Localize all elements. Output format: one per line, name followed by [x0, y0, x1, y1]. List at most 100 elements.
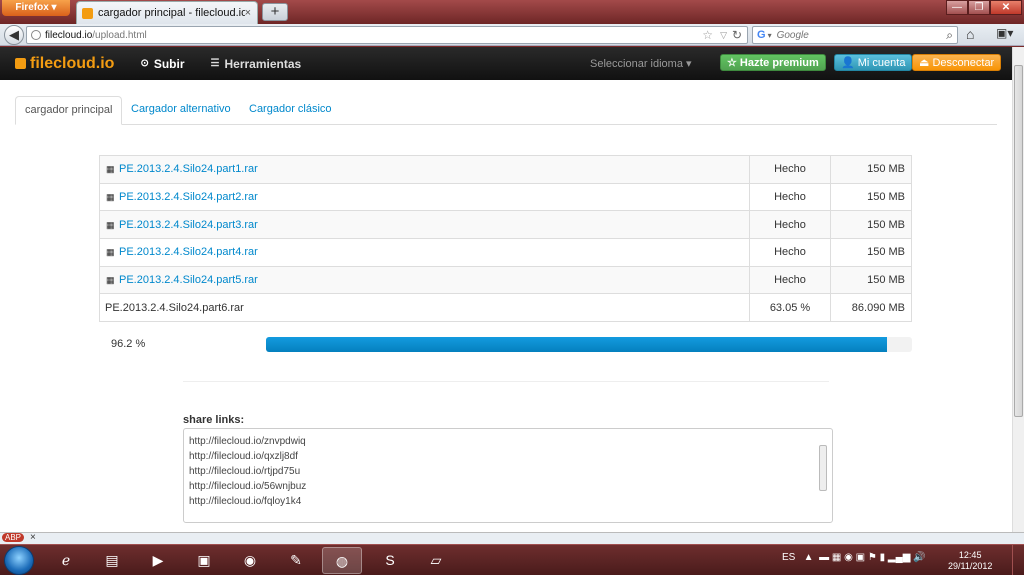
tab-main-uploader[interactable]: cargador principal	[15, 96, 123, 125]
table-row: ▦ PE.2013.2.4.Silo24.part3.rar Hecho 150 …	[99, 210, 912, 239]
site-logo[interactable]: filecloud.io	[15, 55, 114, 73]
nav-upload-label: Subir	[153, 56, 185, 71]
table-row: ▦ PE.2013.2.4.Silo24.part4.rar Hecho 150 …	[99, 238, 912, 267]
file-status: Hecho	[749, 155, 831, 184]
file-status: 63.05 %	[749, 293, 831, 322]
bookmark-star-icon[interactable]: ☆	[702, 28, 713, 42]
account-button-label: Mi cuenta	[857, 57, 906, 69]
internet-explorer-icon[interactable]: ℯ	[46, 547, 86, 574]
reload-icon[interactable]: ↻	[732, 28, 742, 42]
upload-circle-icon: ⊙	[140, 58, 149, 69]
overall-progress-percent: 96.2 %	[111, 338, 146, 350]
file-grid-icon: ▦	[106, 275, 115, 286]
tray-expand-icon[interactable]: ▲	[798, 552, 814, 563]
file-link[interactable]: PE.2013.2.4.Silo24.part2.rar	[119, 191, 258, 203]
divider	[183, 381, 829, 382]
window-close-icon[interactable]: ✕	[990, 0, 1022, 15]
show-desktop-button[interactable]	[1012, 545, 1024, 575]
file-grid-icon: ▦	[106, 219, 115, 230]
share-link[interactable]: http://filecloud.io/56wnjbuz	[189, 479, 827, 494]
bookmarks-menu-icon[interactable]: ▣▾	[996, 26, 1013, 40]
file-grid-icon: ▦	[106, 192, 115, 203]
file-link[interactable]: PE.2013.2.4.Silo24.part5.rar	[119, 274, 258, 286]
filecloud-logo-icon	[15, 58, 26, 69]
tab-classic-uploader[interactable]: Cargador clásico	[240, 96, 341, 125]
window-minimize-icon[interactable]: —	[946, 0, 968, 15]
notepad-icon[interactable]: ▱	[416, 547, 456, 574]
search-bar[interactable]: G ▾ ⌕	[752, 26, 958, 44]
start-button-icon[interactable]	[4, 546, 34, 575]
file-explorer-icon[interactable]: ▤	[92, 547, 132, 574]
page-scrollbar-thumb[interactable]	[1014, 65, 1023, 417]
share-links-textarea[interactable]: http://filecloud.io/znvpdwiq http://file…	[183, 428, 833, 523]
brand-name: filecloud.io	[30, 54, 115, 72]
tray-icons[interactable]: ▬ ▦ ◉ ▣ ⚑ ▮ ▂▄▆ 🔊	[816, 552, 925, 563]
file-name-uploading: PE.2013.2.4.Silo24.part6.rar	[99, 293, 750, 322]
file-status: Hecho	[749, 182, 831, 211]
share-link[interactable]: http://filecloud.io/rtjpd75u	[189, 464, 827, 479]
file-name-cell[interactable]: ▦ PE.2013.2.4.Silo24.part5.rar	[99, 265, 750, 294]
firefox-menu-label: Firefox	[15, 2, 49, 13]
user-icon: 👤	[841, 57, 855, 69]
addon-bar-close-icon[interactable]: ×	[30, 532, 36, 543]
file-name-cell[interactable]: ▦ PE.2013.2.4.Silo24.part4.rar	[99, 238, 750, 267]
adblock-icon[interactable]: ABP	[2, 533, 25, 542]
nav-upload[interactable]: ⊙ Subir	[140, 57, 184, 71]
table-row: PE.2013.2.4.Silo24.part6.rar 63.05 % 86.…	[99, 293, 912, 322]
table-row: ▦ PE.2013.2.4.Silo24.part5.rar Hecho 150 …	[99, 265, 912, 294]
file-status: Hecho	[749, 265, 831, 294]
file-grid-icon: ▦	[106, 164, 115, 175]
language-select[interactable]: Seleccionar idioma ▾	[590, 57, 692, 70]
textarea-scrollbar[interactable]	[819, 445, 827, 491]
new-tab-button[interactable]: +	[262, 3, 288, 21]
share-link[interactable]: http://filecloud.io/fqloy1k4	[189, 494, 827, 509]
back-arrow-icon[interactable]: ◀	[4, 25, 24, 45]
tab-close-icon[interactable]: ×	[245, 7, 251, 19]
skype-icon[interactable]: S	[370, 547, 410, 574]
search-icon[interactable]: ⌕	[946, 28, 953, 43]
search-input[interactable]	[776, 29, 937, 41]
home-icon[interactable]: ⌂	[966, 26, 974, 42]
share-link[interactable]: http://filecloud.io/qxzlj8df	[189, 449, 827, 464]
nav-tools-label: Herramientas	[224, 56, 302, 71]
file-size: 150 MB	[830, 210, 912, 239]
file-link[interactable]: PE.2013.2.4.Silo24.part3.rar	[119, 219, 258, 231]
paint-icon[interactable]: ✎	[276, 547, 316, 574]
premium-button[interactable]: ☆ Hazte premium	[720, 54, 826, 71]
computer-monitor-icon[interactable]: ▣	[184, 547, 224, 574]
chrome-icon[interactable]: ◉	[230, 547, 270, 574]
file-link[interactable]: PE.2013.2.4.Silo24.part4.rar	[119, 246, 258, 258]
file-status: Hecho	[749, 210, 831, 239]
nav-tools[interactable]: ☰ Herramientas	[211, 57, 302, 71]
page-scrollbar[interactable]	[1012, 47, 1024, 532]
browser-status-bar: ABP ×	[0, 532, 1024, 544]
logout-icon: ⏏	[919, 57, 930, 69]
file-name-cell[interactable]: ▦ PE.2013.2.4.Silo24.part2.rar	[99, 182, 750, 211]
file-name-cell[interactable]: ▦ PE.2013.2.4.Silo24.part1.rar	[99, 155, 750, 184]
logout-button[interactable]: ⏏ Desconectar	[912, 54, 1002, 71]
url-dropdown-icon[interactable]: ▽	[720, 30, 727, 41]
file-link[interactable]: PE.2013.2.4.Silo24.part1.rar	[119, 163, 258, 175]
firefox-taskbar-icon[interactable]: ◍	[322, 547, 362, 574]
clock-date: 29/11/2012	[948, 561, 993, 571]
language-indicator[interactable]: ES	[782, 552, 795, 563]
media-player-icon[interactable]: ▶	[138, 547, 178, 574]
clock-time: 12:45	[958, 550, 982, 560]
engine-dropdown-icon[interactable]: ▾	[768, 31, 772, 40]
url-host: filecloud.io	[45, 29, 93, 41]
firefox-menu-button[interactable]: Firefox ▾	[2, 0, 70, 16]
uploader-tabs: cargador principal Cargador alternativo …	[15, 96, 997, 125]
google-engine-icon[interactable]: G	[757, 29, 766, 41]
file-name-cell[interactable]: ▦ PE.2013.2.4.Silo24.part3.rar	[99, 210, 750, 239]
account-button[interactable]: 👤 Mi cuenta	[834, 54, 913, 71]
browser-tab-active[interactable]: cargador principal - filecloud.io ×	[76, 1, 258, 24]
tab-alternative-uploader[interactable]: Cargador alternativo	[122, 96, 240, 125]
clock[interactable]: 12:45 29/11/2012	[948, 550, 992, 572]
site-identity-icon[interactable]	[31, 30, 41, 40]
address-bar[interactable]: filecloud.io/upload.html ☆ ▽ ↻	[26, 26, 748, 44]
share-link[interactable]: http://filecloud.io/znvpdwiq	[189, 434, 827, 449]
file-grid-icon: ▦	[106, 247, 115, 258]
file-size: 150 MB	[830, 155, 912, 184]
table-row: ▦ PE.2013.2.4.Silo24.part2.rar Hecho 150 …	[99, 182, 912, 211]
window-maximize-icon[interactable]: ❐	[968, 0, 990, 15]
